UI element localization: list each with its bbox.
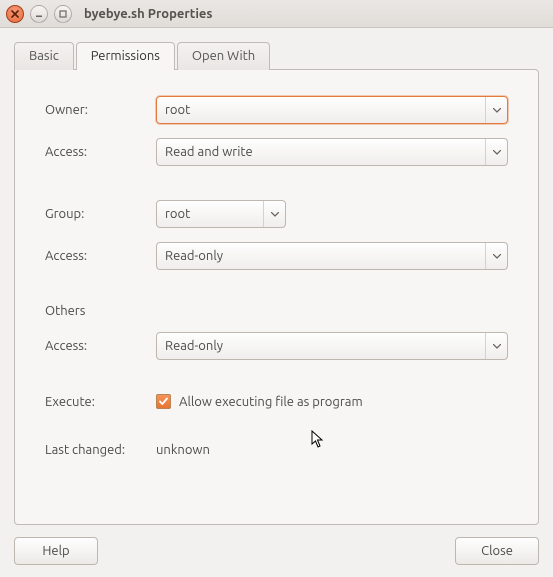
execute-checkbox-label: Allow executing file as program [179,395,363,409]
window-close-button[interactable] [6,5,24,23]
titlebar: byebye.sh Properties [0,0,553,28]
tabstrip: Basic Permissions Open With [14,42,539,70]
lastchanged-label: Last changed: [45,443,150,457]
others-access-combobox[interactable]: Read-only [156,332,508,360]
others-access-value: Read-only [165,339,223,353]
chevron-down-icon [485,139,503,165]
tab-permissions[interactable]: Permissions [76,42,175,70]
chevron-down-icon [485,333,503,359]
others-label: Others [45,304,150,318]
group-combobox[interactable]: root [156,200,286,228]
owner-combobox[interactable]: root [156,96,508,124]
owner-value: root [165,103,190,117]
execute-checkbox[interactable] [156,394,171,409]
chevron-down-icon [485,243,503,269]
window-title: byebye.sh Properties [84,7,213,21]
execute-label: Execute: [45,395,150,409]
lastchanged-value: unknown [156,443,508,457]
tab-openwith[interactable]: Open With [177,42,270,70]
owner-access-value: Read and write [165,145,253,159]
help-button[interactable]: Help [14,537,98,565]
owner-label: Owner: [45,103,150,117]
group-access-value: Read-only [165,249,223,263]
tab-panel-permissions: Owner: root Access: Read and write Group… [14,69,539,525]
tab-basic[interactable]: Basic [14,42,74,70]
owner-access-label: Access: [45,145,150,159]
window-maximize-button[interactable] [54,5,72,23]
owner-access-combobox[interactable]: Read and write [156,138,508,166]
close-button[interactable]: Close [455,537,539,565]
others-access-label: Access: [45,339,150,353]
chevron-down-icon [263,201,281,227]
group-access-label: Access: [45,249,150,263]
window-minimize-button[interactable] [30,5,48,23]
group-value: root [165,207,190,221]
group-label: Group: [45,207,150,221]
group-access-combobox[interactable]: Read-only [156,242,508,270]
chevron-down-icon [485,97,503,123]
